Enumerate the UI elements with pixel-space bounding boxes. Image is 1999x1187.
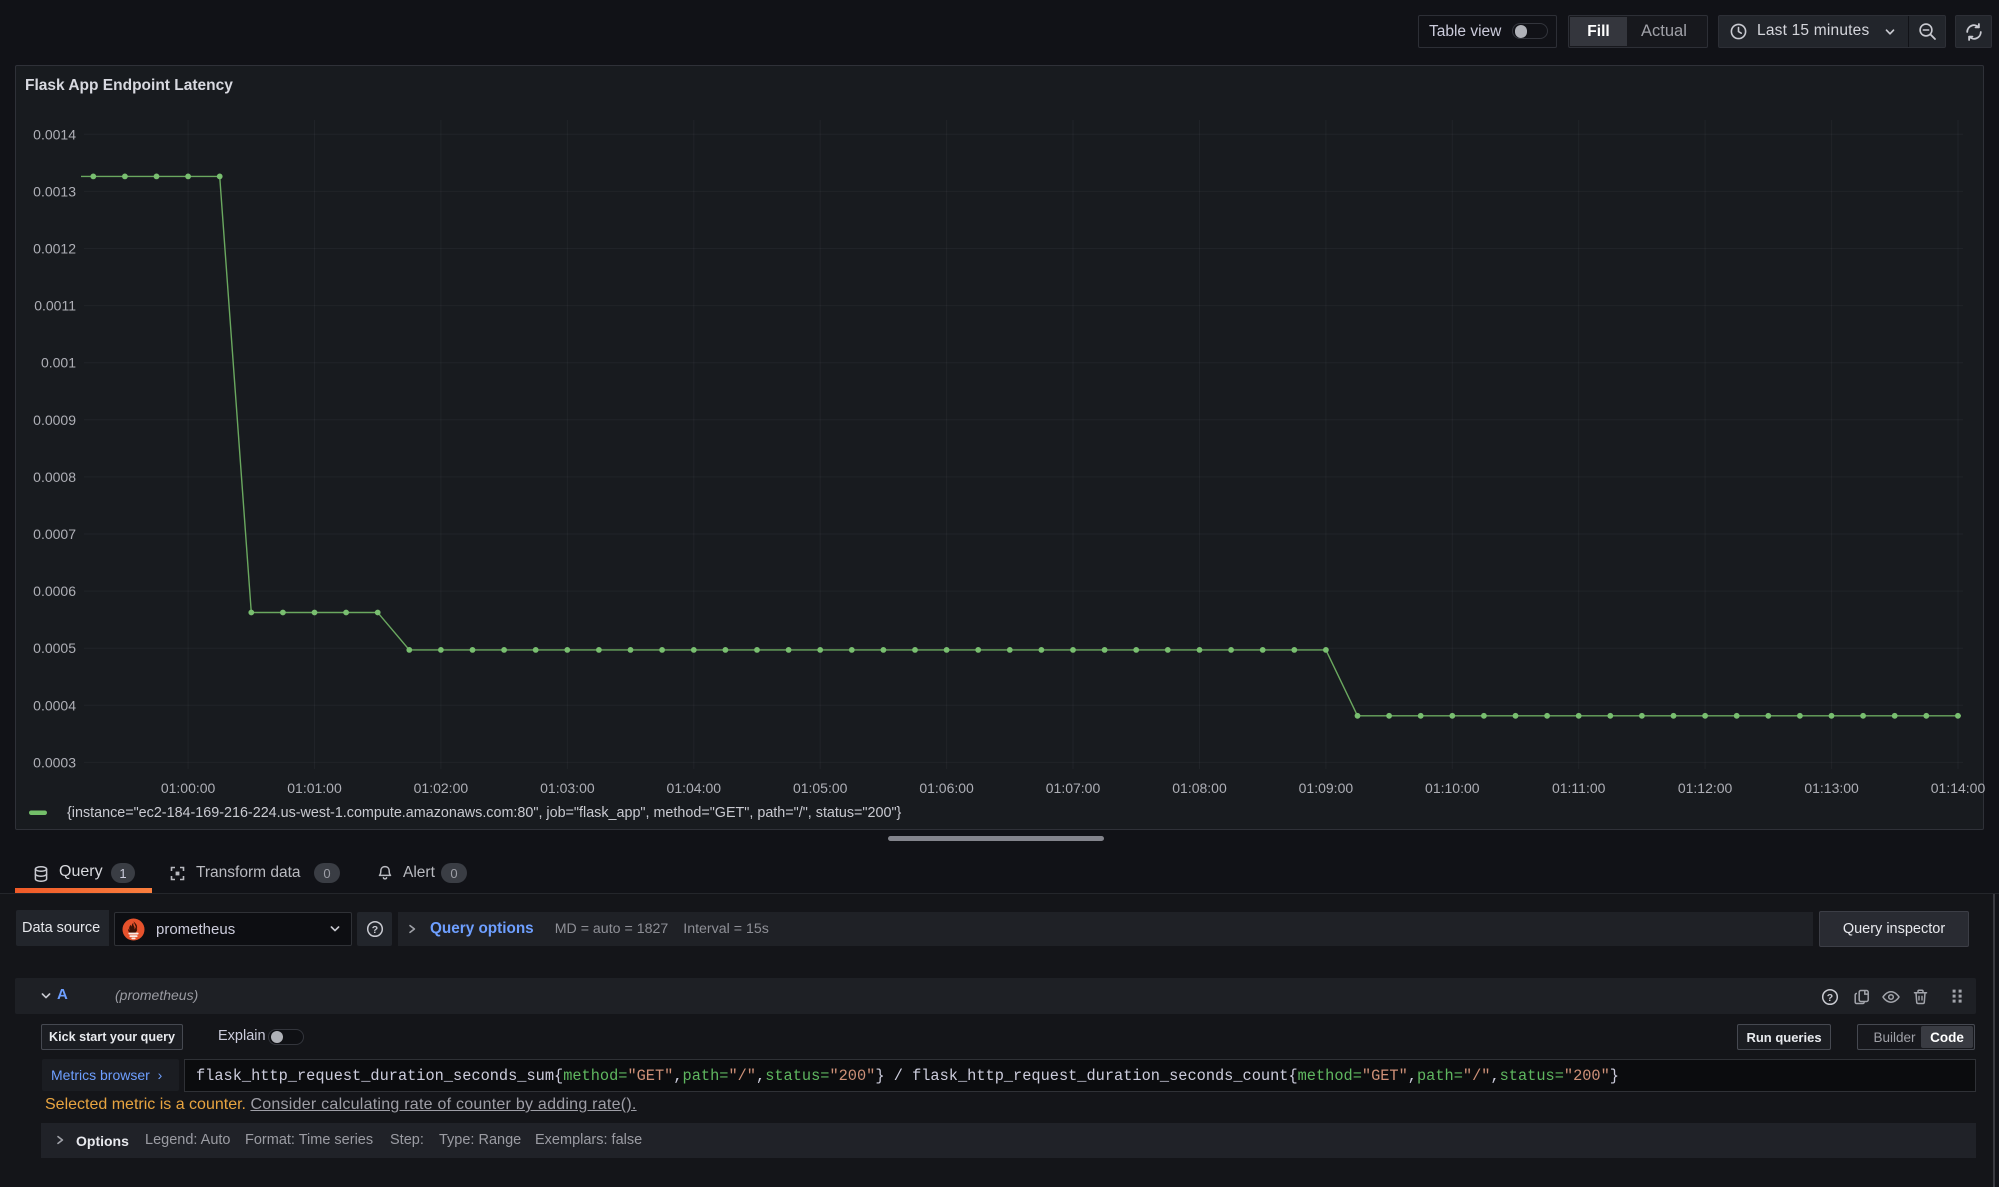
svg-text:0.0009: 0.0009	[33, 412, 76, 428]
svg-text:01:00:00: 01:00:00	[161, 780, 216, 796]
svg-text:01:12:00: 01:12:00	[1678, 780, 1733, 796]
svg-text:?: ?	[1827, 992, 1833, 1004]
svg-text:01:07:00: 01:07:00	[1046, 780, 1101, 796]
svg-text:{instance="ec2-184-169-216-224: {instance="ec2-184-169-216-224.us-west-1…	[67, 805, 902, 821]
svg-text:0.0004: 0.0004	[33, 697, 76, 713]
svg-text:01:08:00: 01:08:00	[1172, 780, 1227, 796]
svg-text:01:10:00: 01:10:00	[1425, 780, 1480, 796]
svg-text:0.0006: 0.0006	[33, 583, 76, 599]
svg-text:01:11:00: 01:11:00	[1552, 780, 1606, 796]
svg-text:?: ?	[371, 924, 377, 936]
svg-text:0.0008: 0.0008	[33, 469, 76, 485]
svg-text:0.0013: 0.0013	[33, 183, 76, 199]
svg-text:01:04:00: 01:04:00	[667, 780, 722, 796]
svg-text:0.0014: 0.0014	[33, 126, 76, 142]
svg-text:01:13:00: 01:13:00	[1804, 780, 1859, 796]
svg-text:01:02:00: 01:02:00	[414, 780, 469, 796]
svg-text:0.0003: 0.0003	[33, 754, 76, 770]
svg-text:01:06:00: 01:06:00	[919, 780, 974, 796]
svg-text:0.0011: 0.0011	[34, 298, 76, 314]
svg-text:0.0012: 0.0012	[33, 241, 76, 257]
svg-text:01:09:00: 01:09:00	[1299, 780, 1354, 796]
svg-text:0.0007: 0.0007	[33, 526, 76, 542]
svg-text:01:05:00: 01:05:00	[793, 780, 848, 796]
svg-text:01:03:00: 01:03:00	[540, 780, 595, 796]
svg-text:0.0005: 0.0005	[33, 640, 76, 656]
svg-text:0.001: 0.001	[41, 355, 76, 371]
svg-text:01:01:00: 01:01:00	[287, 780, 342, 796]
svg-text:01:14:00: 01:14:00	[1931, 780, 1985, 796]
